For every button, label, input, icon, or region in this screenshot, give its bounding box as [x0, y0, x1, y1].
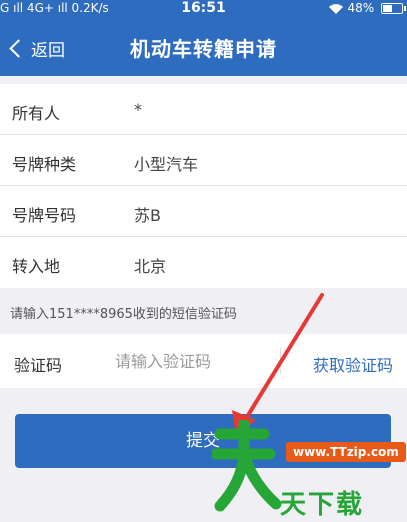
owner-label: 所有人 — [12, 104, 61, 123]
battery-percent: 48% — [347, 1, 375, 15]
plate-number-row: 号牌号码 苏B — [0, 186, 407, 237]
owner-value: * — [134, 100, 142, 119]
nav-bar: 返回 机动车转籍申请 — [0, 18, 407, 76]
verification-code-input[interactable] — [115, 346, 275, 376]
get-code-button[interactable]: 获取验证码 — [313, 352, 393, 376]
verification-code-row: 验证码 获取验证码 — [0, 334, 407, 388]
page-title: 机动车转籍申请 — [130, 37, 277, 61]
status-bar: G ıll 4G+ ıll 0.2K/s 16:51 48% — [0, 0, 407, 18]
owner-row: 所有人 * — [0, 84, 407, 135]
plate-number-label: 号牌号码 — [12, 206, 77, 225]
plate-number-value: 苏B — [134, 206, 161, 225]
sms-hint: 请输入151****8965收到的短信验证码 — [10, 307, 237, 322]
plate-type-value: 小型汽车 — [134, 155, 199, 174]
verification-code-label: 验证码 — [14, 356, 63, 375]
destination-label: 转入地 — [12, 257, 61, 276]
status-right: 48% — [328, 1, 406, 15]
divider — [280, 348, 281, 374]
watermark-text: 天下载 — [280, 490, 365, 520]
plate-type-row: 号牌种类 小型汽车 — [0, 135, 407, 186]
destination-value: 北京 — [134, 257, 167, 276]
wifi-icon — [328, 3, 343, 14]
plate-type-label: 号牌种类 — [12, 155, 77, 174]
watermark-url: www.TTzip.com — [286, 442, 406, 462]
battery-icon — [381, 3, 406, 14]
site-watermark: www.TTzip.com 天下载 — [212, 420, 407, 522]
destination-row: 转入地 北京 — [0, 237, 407, 288]
watermark-logo — [212, 420, 282, 512]
vehicle-info-form: 所有人 * 号牌种类 小型汽车 号牌号码 苏B 转入地 北京 — [0, 84, 407, 288]
